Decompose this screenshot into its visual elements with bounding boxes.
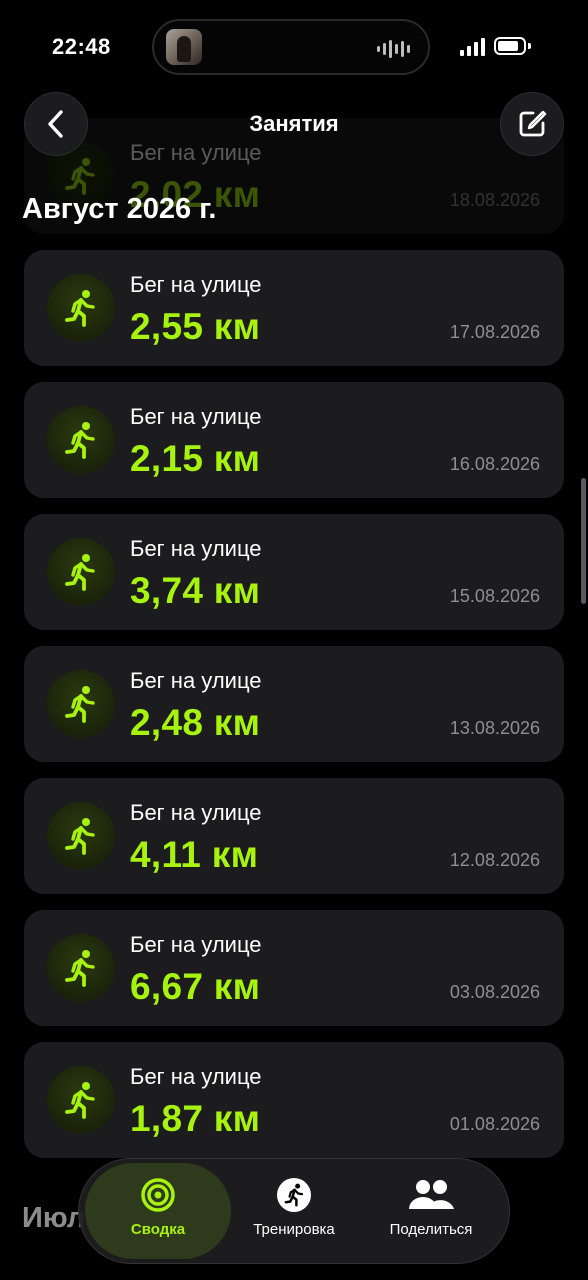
people-icon <box>409 1180 454 1209</box>
running-icon <box>47 670 115 738</box>
scrollbar[interactable] <box>581 478 586 604</box>
workout-distance: 2,55 км <box>130 306 261 347</box>
workout-type: Бег на улице <box>130 140 262 165</box>
workout-type: Бег на улице <box>130 932 262 957</box>
battery-icon <box>494 37 526 55</box>
workout-type: Бег на улице <box>130 404 262 429</box>
running-icon <box>47 1066 115 1134</box>
workout-date: 18.08.2026 <box>449 190 540 210</box>
running-icon <box>47 406 115 474</box>
workout-date: 03.08.2026 <box>449 982 540 1002</box>
section-title: Август 2026 г. <box>22 193 217 225</box>
workout-date: 15.08.2026 <box>449 586 540 606</box>
workout-type: Бег на улице <box>130 800 262 825</box>
workout-card[interactable]: Бег на улице 2,48 км 13.08.2026 <box>24 646 564 762</box>
status-time: 22:48 <box>52 34 111 59</box>
battery-cap <box>528 43 531 49</box>
tab-sharing[interactable]: Поделиться <box>369 1163 493 1259</box>
edit-button[interactable] <box>500 92 564 156</box>
tab-summary[interactable]: Сводка <box>85 1163 231 1259</box>
running-icon <box>47 538 115 606</box>
tab-label: Поделиться <box>389 1221 473 1238</box>
workout-card[interactable]: Бег на улице 6,67 км 03.08.2026 <box>24 910 564 1026</box>
activity-rings-icon <box>141 1178 175 1212</box>
running-icon <box>47 934 115 1002</box>
workout-type: Бег на улице <box>130 536 262 561</box>
dynamic-island[interactable] <box>152 19 430 75</box>
workout-type: Бег на улице <box>130 668 262 693</box>
tab-label: Сводка <box>130 1221 186 1238</box>
workout-card[interactable]: Бег на улице 1,87 км 01.08.2026 <box>24 1042 564 1158</box>
workout-type: Бег на улице <box>130 272 262 297</box>
workout-date: 12.08.2026 <box>449 850 540 870</box>
workout-icon <box>277 1178 311 1212</box>
compose-icon <box>519 110 547 137</box>
workout-distance: 3,74 км <box>130 570 261 611</box>
workout-distance: 2,15 км <box>130 438 261 479</box>
workout-type: Бег на улице <box>130 1064 262 1089</box>
running-icon <box>47 802 115 870</box>
workout-card[interactable]: Бег на улице 4,11 км 12.08.2026 <box>24 778 564 894</box>
workout-date: 13.08.2026 <box>449 718 540 738</box>
workout-card[interactable]: Бег на улице 2,55 км 17.08.2026 <box>24 250 564 366</box>
workout-distance: 2,48 км <box>130 702 261 743</box>
tab-label: Тренировка <box>253 1221 335 1238</box>
workout-distance: 1,87 км <box>130 1098 261 1139</box>
tab-bar: Сводка Тренировка Поделиться <box>78 1158 510 1264</box>
audio-wave-icon <box>377 39 410 59</box>
media-thumbnail <box>166 29 202 65</box>
workout-card[interactable]: Бег на улице 2,15 км 16.08.2026 <box>24 382 564 498</box>
workout-date: 17.08.2026 <box>449 322 540 342</box>
running-icon <box>47 274 115 342</box>
workout-date: 16.08.2026 <box>449 454 540 474</box>
cellular-signal-icon <box>460 38 485 56</box>
workout-distance: 6,67 км <box>130 966 261 1007</box>
workout-date: 01.08.2026 <box>449 1114 540 1134</box>
workout-distance: 4,11 км <box>130 834 259 875</box>
tab-workout[interactable]: Тренировка <box>237 1163 351 1259</box>
workout-card[interactable]: Бег на улице 3,74 км 15.08.2026 <box>24 514 564 630</box>
